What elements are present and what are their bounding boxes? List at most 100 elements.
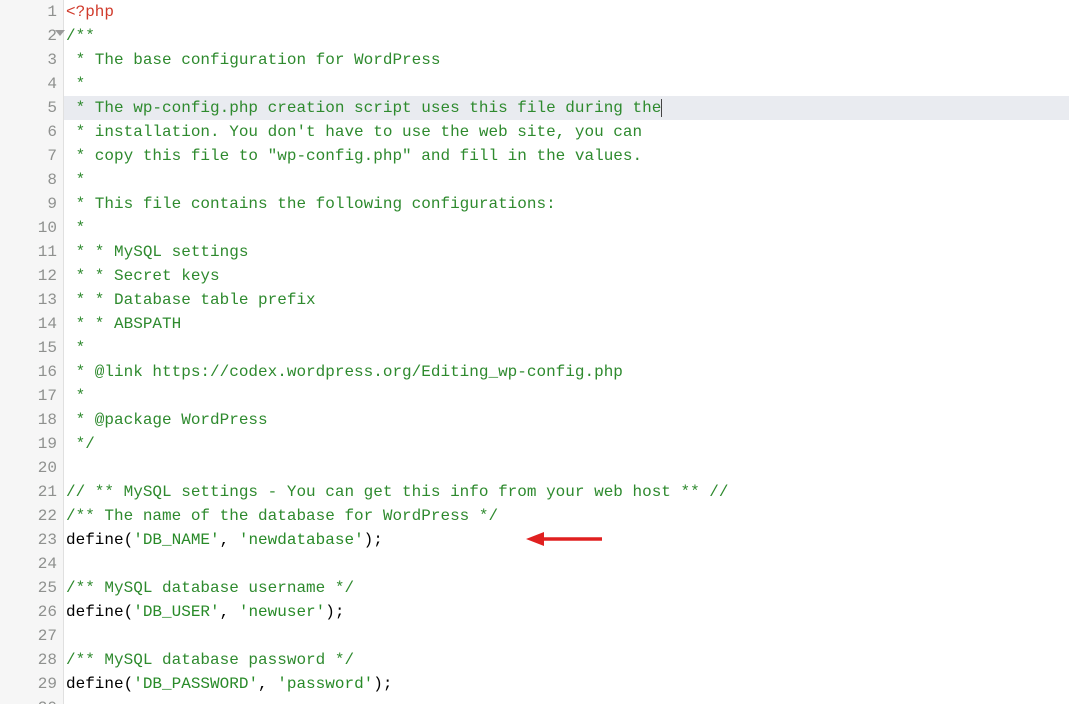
code-content[interactable]: /** MySQL database password */: [64, 648, 1069, 672]
code-content[interactable]: /** MySQL database username */: [64, 576, 1069, 600]
code-line[interactable]: 25/** MySQL database username */: [0, 576, 1069, 600]
code-line[interactable]: 14 * * ABSPATH: [0, 312, 1069, 336]
line-number[interactable]: 13: [0, 288, 64, 312]
line-number[interactable]: 21: [0, 480, 64, 504]
code-line[interactable]: 17 *: [0, 384, 1069, 408]
line-number[interactable]: 26: [0, 600, 64, 624]
code-line[interactable]: 12 * * Secret keys: [0, 264, 1069, 288]
code-content[interactable]: *: [64, 72, 1069, 96]
code-line[interactable]: 26define('DB_USER', 'newuser');: [0, 600, 1069, 624]
code-line[interactable]: 6 * installation. You don't have to use …: [0, 120, 1069, 144]
code-content[interactable]: * This file contains the following confi…: [64, 192, 1069, 216]
token: *: [66, 171, 85, 189]
code-line[interactable]: 19 */: [0, 432, 1069, 456]
code-line[interactable]: 9 * This file contains the following con…: [0, 192, 1069, 216]
code-content[interactable]: * @package WordPress: [64, 408, 1069, 432]
code-line[interactable]: 7 * copy this file to "wp-config.php" an…: [0, 144, 1069, 168]
line-number[interactable]: 2: [0, 24, 64, 48]
line-number[interactable]: 23: [0, 528, 64, 552]
code-editor[interactable]: 1<?php2/**3 * The base configuration for…: [0, 0, 1069, 704]
code-line[interactable]: 23define('DB_NAME', 'newdatabase');: [0, 528, 1069, 552]
code-content[interactable]: /**: [64, 24, 1069, 48]
line-number[interactable]: 1: [0, 0, 64, 24]
code-content[interactable]: // ** MySQL settings - You can get this …: [64, 480, 1069, 504]
code-content[interactable]: [64, 696, 1069, 704]
line-number[interactable]: 6: [0, 120, 64, 144]
code-content[interactable]: /** The name of the database for WordPre…: [64, 504, 1069, 528]
code-line[interactable]: 4 *: [0, 72, 1069, 96]
token: * The wp-config.php creation script uses…: [66, 99, 661, 117]
code-content[interactable]: *: [64, 168, 1069, 192]
code-line[interactable]: 24: [0, 552, 1069, 576]
line-number[interactable]: 7: [0, 144, 64, 168]
code-content[interactable]: *: [64, 384, 1069, 408]
line-number[interactable]: 29: [0, 672, 64, 696]
code-line[interactable]: 3 * The base configuration for WordPress: [0, 48, 1069, 72]
code-content[interactable]: *: [64, 336, 1069, 360]
token: * installation. You don't have to use th…: [66, 123, 642, 141]
line-number[interactable]: 30: [0, 696, 64, 704]
token: ,: [220, 531, 239, 549]
token: /** MySQL database username */: [66, 579, 354, 597]
code-content[interactable]: * * Secret keys: [64, 264, 1069, 288]
code-content[interactable]: */: [64, 432, 1069, 456]
code-line[interactable]: 16 * @link https://codex.wordpress.org/E…: [0, 360, 1069, 384]
line-number[interactable]: 25: [0, 576, 64, 600]
line-number[interactable]: 8: [0, 168, 64, 192]
code-line[interactable]: 27: [0, 624, 1069, 648]
line-number[interactable]: 24: [0, 552, 64, 576]
line-number[interactable]: 19: [0, 432, 64, 456]
token: *: [66, 219, 85, 237]
line-number[interactable]: 16: [0, 360, 64, 384]
code-line[interactable]: 8 *: [0, 168, 1069, 192]
code-content[interactable]: * The base configuration for WordPress: [64, 48, 1069, 72]
line-number[interactable]: 12: [0, 264, 64, 288]
code-content[interactable]: [64, 456, 1069, 480]
line-number[interactable]: 27: [0, 624, 64, 648]
line-number[interactable]: 18: [0, 408, 64, 432]
code-line[interactable]: 2/**: [0, 24, 1069, 48]
token: <?php: [66, 3, 114, 21]
line-number[interactable]: 15: [0, 336, 64, 360]
code-line[interactable]: 10 *: [0, 216, 1069, 240]
code-content[interactable]: *: [64, 216, 1069, 240]
line-number[interactable]: 10: [0, 216, 64, 240]
code-content[interactable]: * @link https://codex.wordpress.org/Edit…: [64, 360, 1069, 384]
code-line[interactable]: 21// ** MySQL settings - You can get thi…: [0, 480, 1069, 504]
code-line[interactable]: 30: [0, 696, 1069, 704]
code-line[interactable]: 18 * @package WordPress: [0, 408, 1069, 432]
line-number[interactable]: 11: [0, 240, 64, 264]
code-line[interactable]: 11 * * MySQL settings: [0, 240, 1069, 264]
code-content[interactable]: * copy this file to "wp-config.php" and …: [64, 144, 1069, 168]
line-number[interactable]: 28: [0, 648, 64, 672]
line-number[interactable]: 4: [0, 72, 64, 96]
code-content[interactable]: <?php: [64, 0, 1069, 24]
line-number[interactable]: 22: [0, 504, 64, 528]
code-content[interactable]: * * Database table prefix: [64, 288, 1069, 312]
code-content[interactable]: * The wp-config.php creation script uses…: [64, 96, 1069, 120]
code-line[interactable]: 22/** The name of the database for WordP…: [0, 504, 1069, 528]
token: define: [66, 675, 124, 693]
line-number[interactable]: 5: [0, 96, 64, 120]
code-content[interactable]: * installation. You don't have to use th…: [64, 120, 1069, 144]
line-number[interactable]: 14: [0, 312, 64, 336]
code-line[interactable]: 20: [0, 456, 1069, 480]
code-line[interactable]: 15 *: [0, 336, 1069, 360]
token: (: [124, 531, 134, 549]
code-line[interactable]: 5 * The wp-config.php creation script us…: [0, 96, 1069, 120]
line-number[interactable]: 17: [0, 384, 64, 408]
code-line[interactable]: 29define('DB_PASSWORD', 'password');: [0, 672, 1069, 696]
code-line[interactable]: 13 * * Database table prefix: [0, 288, 1069, 312]
line-number[interactable]: 9: [0, 192, 64, 216]
code-content[interactable]: define('DB_NAME', 'newdatabase');: [64, 528, 1069, 552]
code-content[interactable]: define('DB_USER', 'newuser');: [64, 600, 1069, 624]
code-content[interactable]: * * ABSPATH: [64, 312, 1069, 336]
code-content[interactable]: define('DB_PASSWORD', 'password');: [64, 672, 1069, 696]
line-number[interactable]: 3: [0, 48, 64, 72]
line-number[interactable]: 20: [0, 456, 64, 480]
code-content[interactable]: [64, 552, 1069, 576]
code-content[interactable]: [64, 624, 1069, 648]
code-line[interactable]: 28/** MySQL database password */: [0, 648, 1069, 672]
code-content[interactable]: * * MySQL settings: [64, 240, 1069, 264]
code-line[interactable]: 1<?php: [0, 0, 1069, 24]
